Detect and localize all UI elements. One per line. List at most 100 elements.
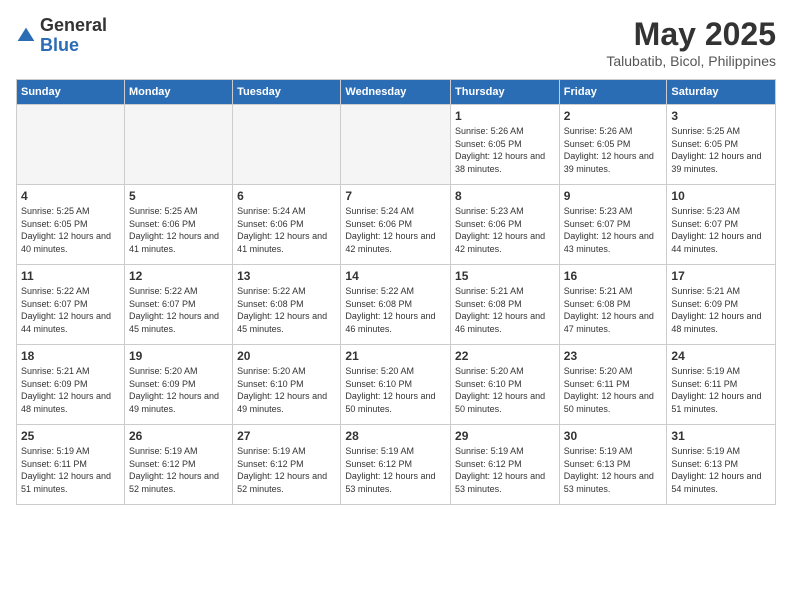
day-details: Sunrise: 5:19 AMSunset: 6:13 PMDaylight:… <box>564 445 663 495</box>
day-of-week-header: Friday <box>559 80 667 105</box>
calendar-body: 1 Sunrise: 5:26 AMSunset: 6:05 PMDaylight… <box>17 105 776 505</box>
day-details: Sunrise: 5:19 AMSunset: 6:11 PMDaylight:… <box>21 445 120 495</box>
logo-icon <box>16 26 36 46</box>
day-number: 16 <box>564 269 663 283</box>
day-details: Sunrise: 5:26 AMSunset: 6:05 PMDaylight:… <box>455 125 555 175</box>
calendar-header-row: SundayMondayTuesdayWednesdayThursdayFrid… <box>17 80 776 105</box>
logo: General Blue <box>16 16 107 56</box>
day-number: 8 <box>455 189 555 203</box>
calendar-cell: 11Sunrise: 5:22 AMSunset: 6:07 PMDayligh… <box>17 265 125 345</box>
day-of-week-header: Tuesday <box>233 80 341 105</box>
calendar-cell: 27 Sunrise: 5:19 AMSunset: 6:12 PMDayligh… <box>233 425 341 505</box>
day-number: 25 <box>21 429 120 443</box>
day-number: 2 <box>564 109 663 123</box>
day-details: Sunrise: 5:22 AMSunset: 6:08 PMDaylight:… <box>345 285 446 335</box>
day-number: 9 <box>564 189 663 203</box>
day-number: 27 <box>237 429 336 443</box>
day-number: 14 <box>345 269 446 283</box>
calendar-cell: 31Sunrise: 5:19 AMSunset: 6:13 PMDayligh… <box>667 425 776 505</box>
calendar-cell <box>17 105 125 185</box>
day-number: 19 <box>129 349 228 363</box>
day-details: Sunrise: 5:23 AMSunset: 6:07 PMDaylight:… <box>671 205 771 255</box>
day-of-week-header: Monday <box>124 80 232 105</box>
day-number: 28 <box>345 429 446 443</box>
day-number: 21 <box>345 349 446 363</box>
calendar-cell: 19 Sunrise: 5:20 AMSunset: 6:09 PMDayligh… <box>124 345 232 425</box>
day-number: 30 <box>564 429 663 443</box>
calendar-cell <box>341 105 451 185</box>
calendar-cell: 9Sunrise: 5:23 AMSunset: 6:07 PMDaylight… <box>559 185 667 265</box>
day-details: Sunrise: 5:22 AMSunset: 6:08 PMDaylight:… <box>237 285 336 335</box>
day-details: Sunrise: 5:21 AMSunset: 6:08 PMDaylight:… <box>455 285 555 335</box>
calendar-cell: 30 Sunrise: 5:19 AMSunset: 6:13 PMDayligh… <box>559 425 667 505</box>
calendar-cell: 18 Sunrise: 5:21 AMSunset: 6:09 PMDayligh… <box>17 345 125 425</box>
day-details: Sunrise: 5:26 AMSunset: 6:05 PMDaylight:… <box>564 125 663 175</box>
day-number: 15 <box>455 269 555 283</box>
day-details: Sunrise: 5:21 AMSunset: 6:09 PMDaylight:… <box>21 365 120 415</box>
day-details: Sunrise: 5:19 AMSunset: 6:12 PMDaylight:… <box>237 445 336 495</box>
day-of-week-header: Wednesday <box>341 80 451 105</box>
day-details: Sunrise: 5:19 AMSunset: 6:11 PMDaylight:… <box>671 365 771 415</box>
calendar-cell: 26Sunrise: 5:19 AMSunset: 6:12 PMDayligh… <box>124 425 232 505</box>
calendar-cell: 22 Sunrise: 5:20 AMSunset: 6:10 PMDayligh… <box>451 345 560 425</box>
calendar-week-row: 1 Sunrise: 5:26 AMSunset: 6:05 PMDaylight… <box>17 105 776 185</box>
calendar-cell: 6 Sunrise: 5:24 AMSunset: 6:06 PMDaylight… <box>233 185 341 265</box>
day-number: 13 <box>237 269 336 283</box>
calendar-cell <box>124 105 232 185</box>
day-details: Sunrise: 5:20 AMSunset: 6:10 PMDaylight:… <box>345 365 446 415</box>
day-details: Sunrise: 5:21 AMSunset: 6:09 PMDaylight:… <box>671 285 771 335</box>
calendar-cell: 28 Sunrise: 5:19 AMSunset: 6:12 PMDayligh… <box>341 425 451 505</box>
day-number: 18 <box>21 349 120 363</box>
title-month: May 2025 <box>606 16 776 53</box>
calendar-cell: 3 Sunrise: 5:25 AMSunset: 6:05 PMDaylight… <box>667 105 776 185</box>
calendar-cell: 1 Sunrise: 5:26 AMSunset: 6:05 PMDaylight… <box>451 105 560 185</box>
day-details: Sunrise: 5:20 AMSunset: 6:09 PMDaylight:… <box>129 365 228 415</box>
day-details: Sunrise: 5:20 AMSunset: 6:10 PMDaylight:… <box>237 365 336 415</box>
day-number: 10 <box>671 189 771 203</box>
calendar-table: SundayMondayTuesdayWednesdayThursdayFrid… <box>16 79 776 505</box>
title-location: Talubatib, Bicol, Philippines <box>606 53 776 69</box>
calendar-week-row: 25 Sunrise: 5:19 AMSunset: 6:11 PMDayligh… <box>17 425 776 505</box>
calendar-cell: 16 Sunrise: 5:21 AMSunset: 6:08 PMDayligh… <box>559 265 667 345</box>
title-block: May 2025 Talubatib, Bicol, Philippines <box>606 16 776 69</box>
day-details: Sunrise: 5:20 AMSunset: 6:10 PMDaylight:… <box>455 365 555 415</box>
calendar-cell: 25 Sunrise: 5:19 AMSunset: 6:11 PMDayligh… <box>17 425 125 505</box>
day-number: 23 <box>564 349 663 363</box>
calendar-cell: 13 Sunrise: 5:22 AMSunset: 6:08 PMDayligh… <box>233 265 341 345</box>
logo-general: General <box>40 15 107 35</box>
day-details: Sunrise: 5:19 AMSunset: 6:12 PMDaylight:… <box>455 445 555 495</box>
page-header: General Blue May 2025 Talubatib, Bicol, … <box>16 16 776 69</box>
calendar-cell: 14 Sunrise: 5:22 AMSunset: 6:08 PMDayligh… <box>341 265 451 345</box>
day-details: Sunrise: 5:20 AMSunset: 6:11 PMDaylight:… <box>564 365 663 415</box>
calendar-week-row: 4Sunrise: 5:25 AMSunset: 6:05 PMDaylight… <box>17 185 776 265</box>
day-number: 1 <box>455 109 555 123</box>
day-number: 6 <box>237 189 336 203</box>
calendar-cell: 21 Sunrise: 5:20 AMSunset: 6:10 PMDayligh… <box>341 345 451 425</box>
day-of-week-header: Saturday <box>667 80 776 105</box>
calendar-cell: 10 Sunrise: 5:23 AMSunset: 6:07 PMDayligh… <box>667 185 776 265</box>
day-details: Sunrise: 5:25 AMSunset: 6:05 PMDaylight:… <box>671 125 771 175</box>
calendar-cell: 4Sunrise: 5:25 AMSunset: 6:05 PMDaylight… <box>17 185 125 265</box>
day-number: 3 <box>671 109 771 123</box>
calendar-cell <box>233 105 341 185</box>
day-details: Sunrise: 5:19 AMSunset: 6:13 PMDaylight:… <box>671 445 771 495</box>
day-number: 12 <box>129 269 228 283</box>
day-number: 24 <box>671 349 771 363</box>
logo-text: General Blue <box>40 16 107 56</box>
day-of-week-header: Sunday <box>17 80 125 105</box>
day-number: 5 <box>129 189 228 203</box>
day-details: Sunrise: 5:25 AMSunset: 6:06 PMDaylight:… <box>129 205 228 255</box>
calendar-cell: 23 Sunrise: 5:20 AMSunset: 6:11 PMDayligh… <box>559 345 667 425</box>
calendar-cell: 8Sunrise: 5:23 AMSunset: 6:06 PMDaylight… <box>451 185 560 265</box>
day-number: 22 <box>455 349 555 363</box>
day-details: Sunrise: 5:19 AMSunset: 6:12 PMDaylight:… <box>345 445 446 495</box>
day-details: Sunrise: 5:21 AMSunset: 6:08 PMDaylight:… <box>564 285 663 335</box>
calendar-week-row: 18 Sunrise: 5:21 AMSunset: 6:09 PMDayligh… <box>17 345 776 425</box>
day-details: Sunrise: 5:19 AMSunset: 6:12 PMDaylight:… <box>129 445 228 495</box>
calendar-cell: 2 Sunrise: 5:26 AMSunset: 6:05 PMDaylight… <box>559 105 667 185</box>
day-details: Sunrise: 5:25 AMSunset: 6:05 PMDaylight:… <box>21 205 120 255</box>
calendar-cell: 5 Sunrise: 5:25 AMSunset: 6:06 PMDaylight… <box>124 185 232 265</box>
calendar-week-row: 11Sunrise: 5:22 AMSunset: 6:07 PMDayligh… <box>17 265 776 345</box>
day-details: Sunrise: 5:24 AMSunset: 6:06 PMDaylight:… <box>237 205 336 255</box>
calendar-cell: 15 Sunrise: 5:21 AMSunset: 6:08 PMDayligh… <box>451 265 560 345</box>
